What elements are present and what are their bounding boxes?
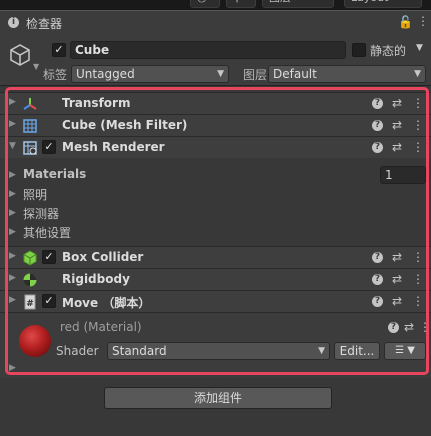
shader-label: Shader <box>56 344 99 358</box>
active-checkbox[interactable]: ✓ <box>52 43 66 57</box>
fold-arrow-icon[interactable]: ▶ <box>9 208 16 218</box>
cube-icon[interactable] <box>8 43 32 67</box>
icon-dropdown-arrow-icon[interactable]: ▼ <box>33 62 39 71</box>
help-icon[interactable]: ? <box>388 322 399 333</box>
edit-shader-button[interactable]: Edit... <box>334 342 380 360</box>
static-label: 静态的 <box>370 44 407 58</box>
fold-arrow-icon[interactable]: ▶ <box>9 273 16 283</box>
help-icon[interactable]: ? <box>372 98 383 109</box>
component-title: Transform <box>62 96 131 110</box>
component-enabled-checkbox[interactable]: ✓ <box>42 140 56 154</box>
svg-text:#: # <box>26 299 34 309</box>
component-mesh-filter[interactable]: ▶ Cube (Mesh Filter) ? ⇄ ⋮ <box>0 114 431 136</box>
tab-bar: i 检查器 🔓 ⋮ <box>0 10 431 34</box>
shader-value: Standard <box>112 344 167 358</box>
preset-icon[interactable]: ⇄ <box>392 118 402 132</box>
component-box-collider[interactable]: ▶ ✓ Box Collider ? ⇄ ⋮ <box>0 246 431 268</box>
help-icon[interactable]: ? <box>372 296 383 307</box>
layout-dropdown[interactable]: Layout <box>344 0 422 8</box>
lighting-foldout[interactable]: 照明 <box>23 186 47 203</box>
kebab-menu-icon[interactable]: ⋮ <box>412 96 424 110</box>
material-name: red (Material) <box>60 320 142 334</box>
fold-arrow-icon[interactable]: ▶ <box>9 251 16 261</box>
fold-arrow-icon[interactable]: ▶ <box>9 97 16 107</box>
box-collider-icon <box>23 250 37 266</box>
component-title: Mesh Renderer <box>62 140 165 154</box>
component-title: Move （脚本） <box>62 296 151 310</box>
transform-axes-icon <box>23 98 37 110</box>
fold-arrow-expanded-icon[interactable]: ▼ <box>9 141 16 151</box>
chevron-down-icon: ▼ <box>414 69 421 79</box>
shader-dropdown[interactable]: Standard ▼ <box>107 342 330 360</box>
component-title: Cube (Mesh Filter) <box>62 118 188 132</box>
kebab-menu-icon[interactable]: ⋮ <box>412 140 424 154</box>
material-section: ▶ red (Material) ? ⇄ ⋮ Shader Standard ▼… <box>0 312 431 378</box>
preset-icon[interactable]: ⇄ <box>392 250 402 264</box>
kebab-menu-icon[interactable]: ⋮ <box>419 320 431 334</box>
materials-foldout[interactable]: Materials <box>23 167 86 181</box>
fold-arrow-icon[interactable]: ▶ <box>9 363 16 373</box>
layer-label: 图层 <box>243 68 268 82</box>
help-icon[interactable]: ? <box>372 120 383 131</box>
fold-arrow-icon[interactable]: ▶ <box>9 119 16 129</box>
mesh-renderer-body: ▶ Materials 1 ▶ 照明 ▶ 探测器 ▶ 其他设置 <box>0 158 431 247</box>
preset-icon[interactable]: ⇄ <box>404 320 414 334</box>
fold-arrow-icon[interactable]: ▶ <box>9 227 16 237</box>
component-mesh-renderer[interactable]: ▼ ✓ Mesh Renderer ? ⇄ ⋮ <box>0 136 431 158</box>
shader-options-button[interactable]: ☰ ▼ <box>384 342 426 360</box>
component-title: Rigidbody <box>62 272 130 286</box>
layers-dropdown[interactable]: 图层 <box>262 0 334 8</box>
chevron-down-icon: ▼ <box>318 346 325 356</box>
additional-settings-foldout[interactable]: 其他设置 <box>23 224 71 241</box>
info-icon: i <box>8 17 19 28</box>
kebab-menu-icon[interactable]: ⋮ <box>412 294 424 308</box>
component-transform[interactable]: ▶ Transform ? ⇄ ⋮ <box>0 92 431 114</box>
gameobject-header: ▼ ✓ Cube 静态的 ▼ 标签 Untagged ▼ 图层 Default … <box>0 34 431 86</box>
tag-label: 标签 <box>43 68 68 82</box>
static-checkbox[interactable] <box>352 43 366 57</box>
mesh-renderer-icon <box>23 141 37 155</box>
fold-arrow-icon[interactable]: ▶ <box>9 189 16 199</box>
preset-icon[interactable]: ⇄ <box>392 96 402 110</box>
probes-foldout[interactable]: 探测器 <box>23 205 59 222</box>
tag-dropdown[interactable]: Untagged ▼ <box>71 65 229 83</box>
help-icon[interactable]: ? <box>372 252 383 263</box>
help-icon[interactable]: ? <box>372 142 383 153</box>
tab-inspector[interactable]: i 检查器 🔓 ⋮ <box>0 10 431 34</box>
tab-title: 检查器 <box>26 17 63 31</box>
fold-arrow-icon[interactable]: ▶ <box>9 170 16 180</box>
lock-icon[interactable]: 🔓 <box>398 15 413 29</box>
component-enabled-checkbox[interactable]: ✓ <box>42 250 56 264</box>
preset-icon[interactable]: ⇄ <box>392 294 402 308</box>
add-component-button[interactable]: 添加组件 <box>104 387 332 409</box>
top-toolbar: ◷ ⚲ 图层 Layout <box>0 0 431 10</box>
kebab-menu-icon[interactable]: ⋮ <box>412 250 424 264</box>
search-button[interactable]: ⚲ <box>226 0 256 8</box>
fold-arrow-icon[interactable]: ▶ <box>9 295 16 305</box>
component-title: Box Collider <box>62 250 144 264</box>
preset-icon[interactable]: ⇄ <box>392 272 402 286</box>
chevron-down-icon: ▼ <box>217 69 224 79</box>
name-field[interactable]: Cube <box>70 41 346 59</box>
rigidbody-sphere-icon <box>23 273 37 287</box>
script-icon: # <box>24 294 36 310</box>
layer-dropdown[interactable]: Default ▼ <box>268 65 426 83</box>
kebab-menu-icon[interactable]: ⋮ <box>417 14 429 28</box>
mesh-filter-grid-icon <box>23 119 37 133</box>
history-button[interactable]: ◷ <box>190 0 220 8</box>
tag-value: Untagged <box>76 67 135 81</box>
help-icon[interactable]: ? <box>372 274 383 285</box>
preset-icon[interactable]: ⇄ <box>392 140 402 154</box>
static-dropdown-arrow-icon[interactable]: ▼ <box>416 43 423 53</box>
material-preview-sphere[interactable] <box>19 325 51 357</box>
component-rigidbody[interactable]: ▶ Rigidbody ? ⇄ ⋮ <box>0 268 431 290</box>
inspector-panel: ▼ ✓ Cube 静态的 ▼ 标签 Untagged ▼ 图层 Default … <box>0 34 431 436</box>
layer-value: Default <box>273 67 317 81</box>
component-move-script[interactable]: ▶ # ✓ Move （脚本） ? ⇄ ⋮ <box>0 290 431 312</box>
component-enabled-checkbox[interactable]: ✓ <box>42 294 56 308</box>
materials-size-field[interactable]: 1 <box>380 166 426 184</box>
kebab-menu-icon[interactable]: ⋮ <box>412 118 424 132</box>
kebab-menu-icon[interactable]: ⋮ <box>412 272 424 286</box>
